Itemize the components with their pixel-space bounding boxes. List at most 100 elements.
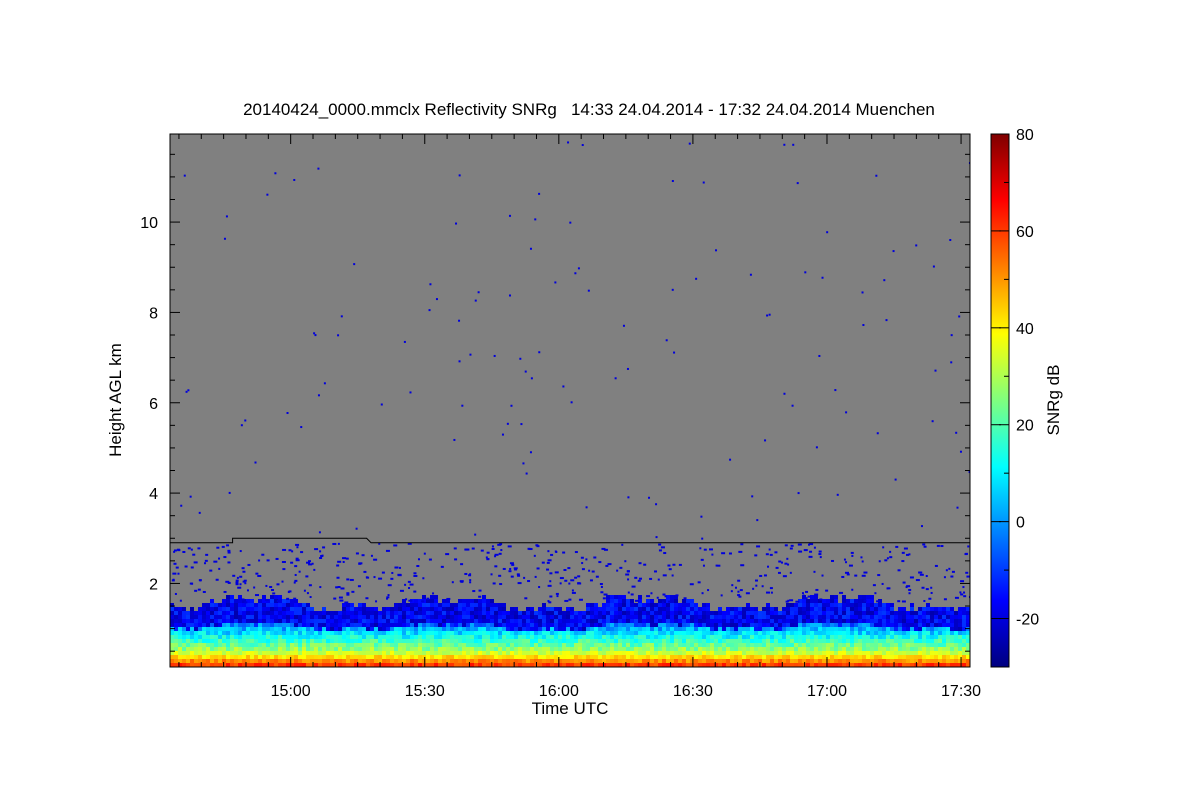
heatmap-cell <box>234 607 238 611</box>
heatmap-cell <box>938 615 942 619</box>
heatmap-cell <box>854 615 858 619</box>
heatmap-cell <box>542 619 546 623</box>
heatmap-cell <box>206 663 210 667</box>
heatmap-cell <box>846 635 850 639</box>
heatmap-cell <box>618 607 622 611</box>
heatmap-cell <box>702 643 706 647</box>
heatmap-cell <box>750 643 754 647</box>
heatmap-cell <box>582 631 586 635</box>
heatmap-cell <box>662 607 666 611</box>
heatmap-cell <box>702 631 706 635</box>
heatmap-cell <box>798 655 802 659</box>
heatmap-cell <box>614 623 618 627</box>
heatmap-cell <box>742 643 746 647</box>
heatmap-cell <box>874 631 878 635</box>
heatmap-speckle <box>848 564 853 567</box>
heatmap-cell <box>338 631 342 635</box>
heatmap-cell <box>674 623 678 627</box>
heatmap-cell <box>642 651 646 655</box>
heatmap-cell <box>658 603 662 607</box>
heatmap-cell <box>234 623 238 627</box>
heatmap-cell <box>194 643 198 647</box>
heatmap-cell <box>698 611 702 615</box>
heatmap-cell <box>618 651 622 655</box>
heatmap-cell <box>882 631 886 635</box>
heatmap-cell <box>922 615 926 619</box>
heatmap-speckle <box>527 580 531 583</box>
heatmap-cell <box>230 627 234 631</box>
heatmap-cell <box>902 663 906 667</box>
heatmap-cell <box>506 647 510 651</box>
heatmap-cell <box>194 631 198 635</box>
heatmap-cell <box>678 623 682 627</box>
heatmap-speckle <box>671 180 674 183</box>
heatmap-cell <box>682 599 686 603</box>
heatmap-cell <box>890 615 894 619</box>
heatmap-cell <box>526 651 530 655</box>
heatmap-cell <box>538 607 542 611</box>
heatmap-cell <box>802 631 806 635</box>
heatmap-cell <box>598 611 602 615</box>
heatmap-cell <box>186 639 190 643</box>
heatmap-speckle <box>423 552 426 555</box>
heatmap-cell <box>910 647 914 651</box>
heatmap-cell <box>514 647 518 651</box>
heatmap-cell <box>694 643 698 647</box>
heatmap-cell <box>786 603 790 607</box>
heatmap-cell <box>510 663 514 667</box>
heatmap-cell <box>406 647 410 651</box>
heatmap-speckle <box>759 574 763 577</box>
heatmap-cell <box>574 627 578 631</box>
heatmap-cell <box>434 643 438 647</box>
heatmap-cell <box>842 603 846 607</box>
heatmap-cell <box>270 611 274 615</box>
heatmap-speckle <box>346 578 350 581</box>
heatmap-cell <box>262 595 266 599</box>
heatmap-cell <box>470 655 474 659</box>
heatmap-cell <box>822 647 826 651</box>
heatmap-cell <box>358 631 362 635</box>
heatmap-cell <box>846 615 850 619</box>
heatmap-cell <box>518 631 522 635</box>
heatmap-cell <box>274 611 278 615</box>
heatmap-cell <box>346 639 350 643</box>
heatmap-cell <box>866 595 870 599</box>
heatmap-speckle <box>187 547 191 550</box>
heatmap-cell <box>418 627 422 631</box>
heatmap-cell <box>186 623 190 627</box>
heatmap-cell <box>614 643 618 647</box>
heatmap-cell <box>230 623 234 627</box>
heatmap-cell <box>790 615 794 619</box>
heatmap-cell <box>246 651 250 655</box>
heatmap-speckle <box>568 598 572 601</box>
heatmap-cell <box>850 615 854 619</box>
heatmap-cell <box>618 663 622 667</box>
heatmap-cell <box>834 619 838 623</box>
heatmap-cell <box>790 639 794 643</box>
heatmap-cell <box>950 607 954 611</box>
heatmap-cell <box>862 603 866 607</box>
heatmap-cell <box>434 663 438 667</box>
heatmap-cell <box>214 651 218 655</box>
heatmap-cell <box>170 635 174 639</box>
heatmap-cell <box>926 659 930 663</box>
heatmap-speckle <box>783 143 786 146</box>
heatmap-cell <box>686 655 690 659</box>
heatmap-cell <box>914 647 918 651</box>
heatmap-cell <box>754 631 758 635</box>
heatmap-cell <box>582 659 586 663</box>
heatmap-cell <box>582 611 586 615</box>
heatmap-cell <box>486 659 490 663</box>
heatmap-cell <box>866 619 870 623</box>
heatmap-cell <box>514 631 518 635</box>
heatmap-cell <box>486 607 490 611</box>
heatmap-cell <box>962 615 966 619</box>
heatmap-cell <box>786 639 790 643</box>
heatmap-cell <box>494 631 498 635</box>
heatmap-speckle <box>672 563 676 566</box>
heatmap-cell <box>346 655 350 659</box>
heatmap-cell <box>318 623 322 627</box>
heatmap-cell <box>722 655 726 659</box>
heatmap-cell <box>350 611 354 615</box>
heatmap-cell <box>270 615 274 619</box>
